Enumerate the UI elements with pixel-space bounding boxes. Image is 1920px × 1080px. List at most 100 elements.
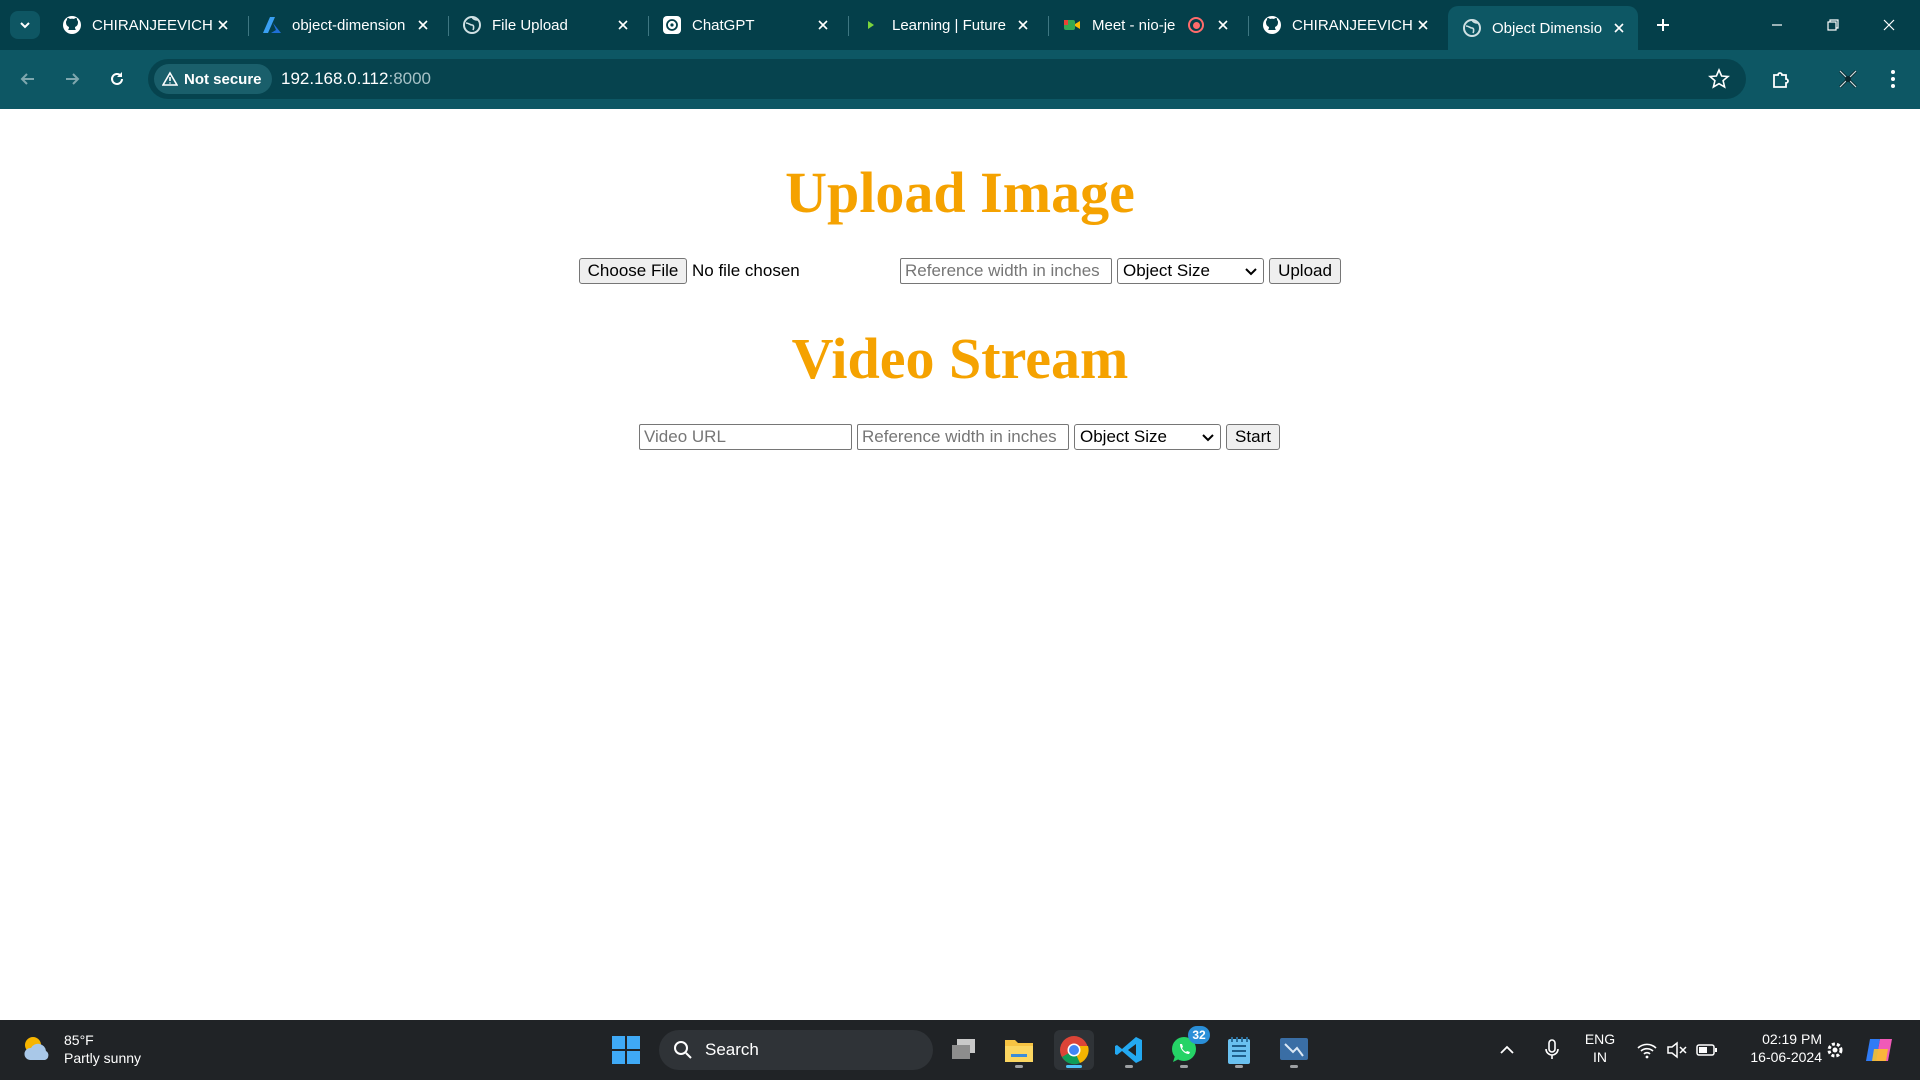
tab-github-1[interactable]: CHIRANJEEVICHI	[48, 8, 242, 42]
chevron-down-icon	[20, 22, 30, 29]
task-view-button[interactable]	[944, 1030, 984, 1070]
battery-button[interactable]	[1692, 1030, 1722, 1070]
reload-icon	[111, 72, 123, 85]
profile-button[interactable]	[1832, 63, 1864, 95]
file-explorer-button[interactable]	[999, 1030, 1039, 1070]
vscode-button[interactable]	[1109, 1030, 1149, 1070]
tab-title: Learning | Future	[892, 16, 1006, 34]
restore-button[interactable]	[1810, 10, 1856, 40]
video-reference-width-input[interactable]: Reference width in inches	[857, 424, 1069, 450]
weather-widget[interactable]: 85°F Partly sunny	[20, 1031, 141, 1067]
chevron-down-icon	[1245, 268, 1257, 276]
close-icon[interactable]	[812, 14, 834, 36]
close-icon[interactable]	[1608, 17, 1630, 39]
bookmark-button[interactable]	[1708, 67, 1730, 95]
start-button[interactable]: Start	[1226, 424, 1280, 450]
tab-learning[interactable]: Learning | Future	[848, 8, 1042, 42]
page-content: Upload Image Choose File No file chosen …	[0, 109, 1920, 1020]
globe-icon	[1462, 18, 1482, 38]
video-url-input[interactable]: Video URL	[639, 424, 852, 450]
upload-heading: Upload Image	[785, 160, 1135, 225]
github-icon	[62, 15, 82, 35]
show-hidden-icons-button[interactable]	[1492, 1030, 1522, 1070]
microphone-button[interactable]	[1537, 1030, 1567, 1070]
close-icon[interactable]	[212, 14, 234, 36]
running-indicator	[1290, 1065, 1298, 1068]
restore-icon	[1827, 19, 1839, 31]
plus-icon	[1657, 19, 1669, 31]
more-vertical-icon	[1891, 70, 1895, 88]
tab-github-2[interactable]: CHIRANJEEVICHI	[1248, 8, 1442, 42]
notepad-button[interactable]	[1219, 1030, 1259, 1070]
gear-icon	[1827, 1042, 1843, 1058]
upload-button[interactable]: Upload	[1269, 258, 1341, 284]
close-icon[interactable]	[1412, 14, 1434, 36]
reference-width-input[interactable]: Reference width in inches	[900, 258, 1112, 284]
close-icon[interactable]	[1212, 14, 1234, 36]
close-icon	[1883, 19, 1895, 31]
chevron-up-icon	[1500, 1045, 1514, 1054]
app-icon	[1280, 1038, 1308, 1060]
tab-azure[interactable]: object-dimension	[248, 8, 442, 42]
tab-meet[interactable]: Meet - nio-je	[1048, 8, 1242, 42]
new-tab-button[interactable]	[1650, 12, 1676, 38]
menu-button[interactable]	[1877, 63, 1909, 95]
back-button[interactable]	[12, 63, 44, 95]
tab-title: CHIRANJEEVICHI	[1292, 16, 1412, 34]
tab-strip: CHIRANJEEVICHI object-dimension File Upl…	[0, 0, 1920, 50]
battery-icon	[1696, 1044, 1717, 1056]
tab-chatgpt[interactable]: ChatGPT	[648, 8, 842, 42]
running-indicator	[1125, 1065, 1133, 1068]
close-icon[interactable]	[1012, 14, 1034, 36]
no-file-text: No file chosen	[692, 261, 800, 280]
security-label: Not secure	[184, 70, 262, 88]
network-button[interactable]	[1632, 1030, 1662, 1070]
clock[interactable]: 02:19 PM 16-06-2024	[1730, 1030, 1822, 1066]
notepad-icon	[1228, 1037, 1250, 1064]
weather-desc: Partly sunny	[64, 1050, 142, 1066]
active-indicator	[1066, 1065, 1082, 1068]
tab-search-button[interactable]	[10, 11, 40, 39]
taskbar-search[interactable]: Search	[659, 1030, 933, 1070]
address-bar[interactable]: Not secure 192.168.0.112:8000	[148, 59, 1746, 99]
start-button[interactable]	[606, 1030, 646, 1070]
close-icon[interactable]	[612, 14, 634, 36]
forward-button[interactable]	[56, 63, 88, 95]
notifications-button[interactable]	[1820, 1030, 1850, 1070]
running-indicator	[1015, 1065, 1023, 1068]
chrome-icon	[1060, 1036, 1089, 1065]
minimize-button[interactable]	[1754, 10, 1800, 40]
close-window-button[interactable]	[1866, 10, 1912, 40]
copilot-icon	[1866, 1039, 1892, 1061]
lang-secondary: IN	[1593, 1049, 1607, 1065]
taskbar: 85°F Partly sunny Search 32 ENG IN 02:19…	[0, 1020, 1920, 1080]
lang-primary: ENG	[1584, 1031, 1616, 1047]
site-info-button[interactable]: Not secure	[154, 64, 272, 94]
copilot-button[interactable]	[1862, 1030, 1898, 1070]
volume-button[interactable]	[1662, 1030, 1692, 1070]
chevron-down-icon	[1202, 434, 1214, 442]
remote-app-button[interactable]	[1274, 1030, 1314, 1070]
tab-title: Object Dimensio	[1492, 19, 1603, 37]
whatsapp-button[interactable]: 32	[1164, 1026, 1210, 1070]
tab-file-upload[interactable]: File Upload	[448, 8, 642, 42]
extensions-button[interactable]	[1765, 63, 1797, 95]
url-text[interactable]: 192.168.0.112:8000	[281, 69, 431, 89]
reload-button[interactable]	[101, 63, 133, 95]
language-indicator[interactable]: ENG IN	[1580, 1030, 1620, 1066]
tab-object-dimension[interactable]: Object Dimensio	[1448, 6, 1638, 50]
notification-badge: 32	[1188, 1026, 1210, 1044]
object-size-select[interactable]: Object Size	[1117, 258, 1264, 284]
recording-icon	[1188, 17, 1204, 33]
running-indicator	[1180, 1065, 1188, 1068]
github-icon	[1262, 15, 1282, 35]
warning-icon	[162, 71, 178, 86]
browser-toolbar: Not secure 192.168.0.112:8000	[0, 50, 1920, 109]
video-object-size-select[interactable]: Object Size	[1074, 424, 1221, 450]
volume-muted-icon	[1667, 1041, 1687, 1059]
chrome-button[interactable]	[1054, 1030, 1094, 1070]
choose-file-button[interactable]: Choose File	[579, 258, 687, 284]
partly-sunny-icon	[24, 1037, 49, 1060]
video-heading: Video Stream	[791, 326, 1129, 391]
close-icon[interactable]	[412, 14, 434, 36]
